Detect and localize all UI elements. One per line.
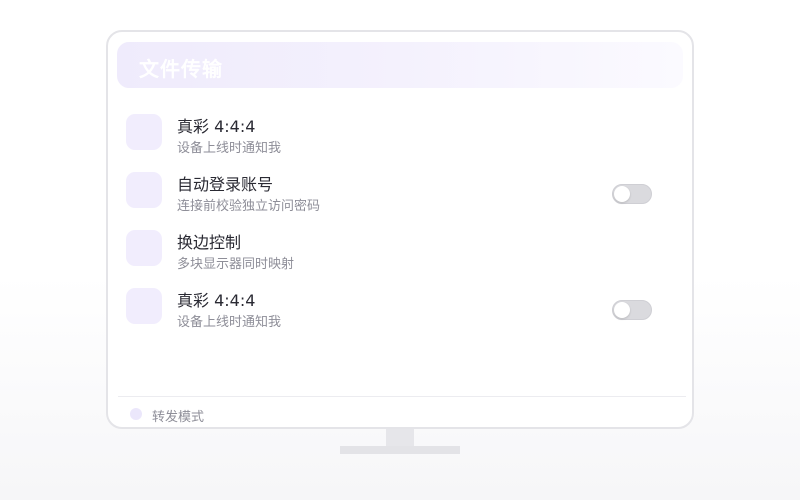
setting-subtitle: 设备上线时通知我	[177, 315, 282, 330]
toggle-knob	[614, 302, 630, 318]
header-bar: 文件传输	[117, 42, 683, 88]
setting-icon	[126, 172, 162, 208]
setting-icon	[126, 114, 162, 150]
settings-row-true-color-2[interactable]: 真彩 4:4:4 设备上线时通知我	[126, 286, 666, 332]
dot-icon	[130, 408, 142, 420]
setting-icon	[126, 288, 162, 324]
setting-subtitle: 多块显示器同时映射	[177, 257, 295, 272]
toggle-knob	[614, 186, 630, 202]
footer-divider	[118, 396, 686, 397]
settings-row-true-color-1[interactable]: 真彩 4:4:4 设备上线时通知我	[126, 112, 666, 158]
settings-row-edge-control[interactable]: 换边控制 多块显示器同时映射	[126, 228, 666, 274]
monitor-frame: 文件传输 真彩 4:4:4 设备上线时通知我 自动登录账号 连接前校验独立访问密…	[106, 30, 694, 429]
monitor-neck	[386, 429, 414, 447]
setting-title: 换边控制	[177, 233, 242, 252]
setting-title: 自动登录账号	[177, 175, 274, 194]
setting-subtitle: 设备上线时通知我	[177, 141, 282, 156]
setting-subtitle: 连接前校验独立访问密码	[177, 199, 321, 214]
settings-row-auto-login[interactable]: 自动登录账号 连接前校验独立访问密码	[126, 170, 666, 216]
auto-login-toggle[interactable]	[612, 184, 652, 204]
setting-title: 真彩 4:4:4	[177, 291, 256, 310]
page-title: 文件传输	[139, 57, 223, 81]
true-color-toggle[interactable]	[612, 300, 652, 320]
setting-icon	[126, 230, 162, 266]
monitor-stand	[340, 446, 460, 454]
footer-mode-label[interactable]: 转发模式	[152, 406, 204, 425]
setting-title: 真彩 4:4:4	[177, 117, 256, 136]
